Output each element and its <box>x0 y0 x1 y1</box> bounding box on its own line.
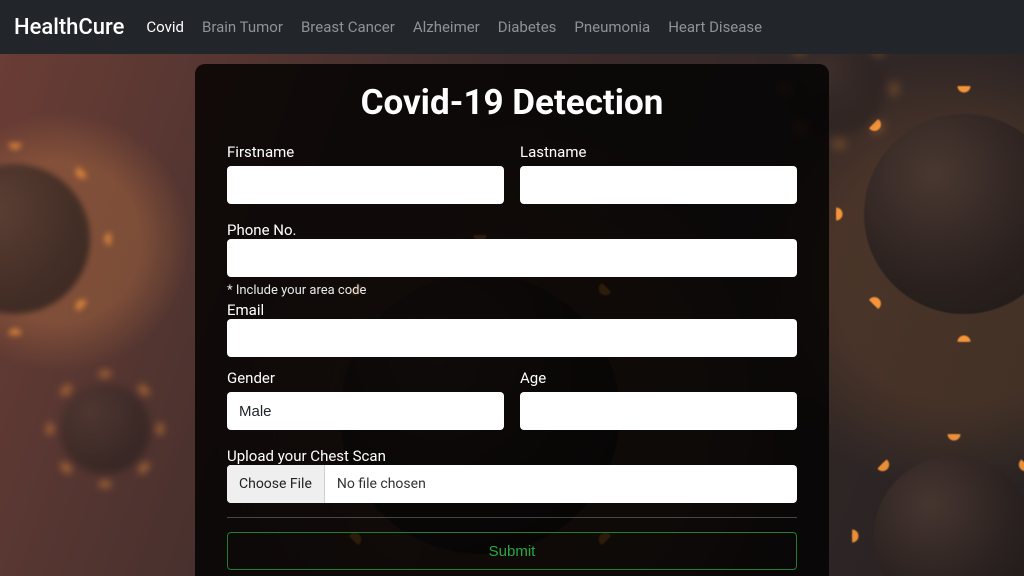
upload-label: Upload your Chest Scan <box>227 447 386 465</box>
nav-breast-cancer[interactable]: Breast Cancer <box>301 18 395 36</box>
phone-input[interactable] <box>227 239 797 277</box>
email-input[interactable] <box>227 319 797 357</box>
form-title: Covid-19 Detection <box>227 82 797 123</box>
virus-icon <box>60 384 150 474</box>
file-input[interactable]: Choose File No file chosen <box>227 465 797 503</box>
choose-file-button[interactable]: Choose File <box>227 465 325 503</box>
age-input[interactable] <box>520 392 797 430</box>
nav-pneumonia[interactable]: Pneumonia <box>574 18 650 36</box>
hero-background: Covid-19 Detection Firstname Lastname Ph… <box>0 54 1024 576</box>
lastname-label: Lastname <box>520 143 797 161</box>
nav-covid[interactable]: Covid <box>146 18 184 36</box>
age-label: Age <box>520 369 797 387</box>
submit-button[interactable]: Submit <box>227 532 797 570</box>
detection-form-card: Covid-19 Detection Firstname Lastname Ph… <box>195 64 829 576</box>
phone-label: Phone No. <box>227 221 296 239</box>
virus-icon <box>864 114 1024 314</box>
firstname-label: Firstname <box>227 143 504 161</box>
email-label: Email <box>227 301 264 319</box>
gender-label: Gender <box>227 369 504 387</box>
file-status-text: No file chosen <box>325 465 797 503</box>
lastname-input[interactable] <box>520 166 797 204</box>
nav-heart-disease[interactable]: Heart Disease <box>668 18 762 36</box>
phone-help-text: * Include your area code <box>227 283 797 298</box>
gender-select[interactable]: Male Female <box>227 392 504 430</box>
brand-logo[interactable]: HealthCure <box>14 15 124 40</box>
navbar: HealthCure Covid Brain Tumor Breast Canc… <box>0 0 1024 54</box>
firstname-input[interactable] <box>227 166 504 204</box>
nav-diabetes[interactable]: Diabetes <box>498 18 557 36</box>
virus-icon <box>874 456 1024 576</box>
divider <box>227 517 797 518</box>
nav-brain-tumor[interactable]: Brain Tumor <box>202 18 283 36</box>
virus-icon <box>0 164 90 314</box>
nav-alzheimer[interactable]: Alzheimer <box>413 18 480 36</box>
